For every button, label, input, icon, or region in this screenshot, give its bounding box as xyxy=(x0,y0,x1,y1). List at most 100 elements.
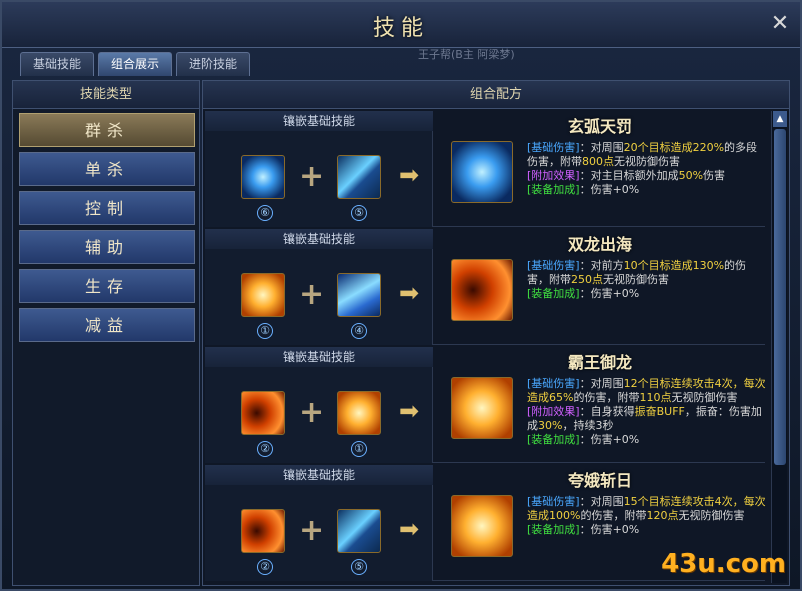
skill-number: ② xyxy=(257,559,273,575)
ice-shard-icon[interactable] xyxy=(337,273,381,317)
combo-description: [基础伤害]：对周围20个目标造成220%的多段伤害，附带800点无视防御伤害 … xyxy=(527,141,767,197)
arrow-right-icon: ➡ xyxy=(399,397,420,425)
blue-orb-icon[interactable] xyxy=(241,155,285,199)
recipe-label: 镶嵌基础技能 xyxy=(205,347,433,367)
recipe-inputs: 镶嵌基础技能 ⑥ + ⑤ ➡ xyxy=(205,111,433,227)
recipe-row: 镶嵌基础技能 ① + ④ ➡ 双龙出海 [基础伤害]：对前方10个目标造成130… xyxy=(205,229,765,345)
golden-swirl-icon[interactable] xyxy=(337,391,381,435)
desc-text: ：对前方 xyxy=(579,259,624,272)
tab-advanced-skills[interactable]: 进阶技能 xyxy=(176,52,251,76)
combo-name: 夸娥斩日 xyxy=(567,471,632,490)
feather-icon[interactable] xyxy=(337,509,381,553)
recipe-inputs: 镶嵌基础技能 ② + ⑤ ➡ xyxy=(205,465,433,581)
desc-highlight: 800点 xyxy=(582,155,614,168)
skill-window: 技能 ✕ 王子帮(B主 阿梁梦) 基础技能 组合展示 进阶技能 技能类型 群杀 … xyxy=(0,0,802,591)
desc-text: ：对主目标额外加成 xyxy=(579,169,679,182)
scroll-thumb[interactable] xyxy=(774,129,786,465)
desc-highlight: 120点 xyxy=(646,509,679,522)
skill-number: ② xyxy=(257,441,273,457)
recipe-label: 镶嵌基础技能 xyxy=(205,465,433,485)
combo-description: [基础伤害]：对前方10个目标造成130%的伤害，附带250点无视防御伤害 [装… xyxy=(527,259,767,301)
tag-extra-effect: [附加效果] xyxy=(527,405,580,418)
tag-extra-effect: [附加效果] xyxy=(527,169,580,182)
plus-icon: + xyxy=(299,513,325,548)
recipe-label: 镶嵌基础技能 xyxy=(205,111,433,131)
skill-number: ④ xyxy=(351,323,367,339)
desc-highlight: 20个目标造成220% xyxy=(623,141,725,154)
combo-name: 玄弧天罚 xyxy=(567,117,632,136)
tag-equip-bonus: [装备加成] xyxy=(527,523,580,536)
golden-swirl-icon[interactable] xyxy=(451,495,513,557)
tag-equip-bonus: [装备加成] xyxy=(527,287,580,300)
tag-base-damage: [基础伤害] xyxy=(527,259,580,272)
combo-description: [基础伤害]：对周围15个目标连续攻击4次，每次造成100%的伤害，附带120点… xyxy=(527,495,767,537)
tab-combo-display[interactable]: 组合展示 xyxy=(98,52,173,76)
fire-swirl-icon[interactable] xyxy=(451,259,513,321)
desc-text: 无视防御伤害 xyxy=(678,509,745,522)
recipe-inputs: 镶嵌基础技能 ① + ④ ➡ xyxy=(205,229,433,345)
skill-number: ⑥ xyxy=(257,205,273,221)
desc-text: ：伤害+0% xyxy=(579,183,640,196)
desc-text: ：自身获得 xyxy=(579,405,635,418)
scroll-up-icon[interactable]: ▲ xyxy=(773,111,787,127)
site-watermark: 43u.com xyxy=(661,549,786,579)
recipe-row: 镶嵌基础技能 ② + ① ➡ 霸王御龙 [基础伤害]：对周围12个目标连续攻击4… xyxy=(205,347,767,463)
desc-text: ：对周围 xyxy=(579,495,624,508)
skill-number: ① xyxy=(351,441,367,457)
combo-name: 双龙出海 xyxy=(567,235,632,254)
category-single-kill[interactable]: 单杀 xyxy=(19,152,195,186)
golden-swirl-icon[interactable] xyxy=(451,377,513,439)
desc-highlight: 10个目标造成130% xyxy=(623,259,725,272)
tag-equip-bonus: [装备加成] xyxy=(527,183,580,196)
tag-base-damage: [基础伤害] xyxy=(527,141,580,154)
category-support[interactable]: 辅助 xyxy=(19,230,195,264)
skill-type-heading: 技能类型 xyxy=(13,81,199,109)
desc-highlight: 250点 xyxy=(571,273,603,286)
recipe-row: 镶嵌基础技能 ⑥ + ⑤ ➡ 玄弧天罚 [基础伤害]：对周围20个目标造成220… xyxy=(205,111,765,227)
subtitle-text: 王子帮(B主 阿梁梦) xyxy=(418,48,515,61)
recipe-result: 霸王御龙 [基础伤害]：对周围12个目标连续攻击4次，每次造成65%的伤害，附带… xyxy=(435,347,767,463)
desc-text: 无视防御伤害 xyxy=(614,155,680,168)
tag-base-damage: [基础伤害] xyxy=(527,495,580,508)
scrollbar[interactable]: ▲ xyxy=(771,111,787,583)
recipe-label: 镶嵌基础技能 xyxy=(205,229,433,249)
category-control[interactable]: 控制 xyxy=(19,191,195,225)
skill-type-panel: 技能类型 群杀 单杀 控制 辅助 生存 减益 xyxy=(12,80,200,586)
window-title: 技能 xyxy=(372,16,429,41)
desc-text: 无视防御伤害 xyxy=(671,391,738,404)
golden-swirl-icon[interactable] xyxy=(241,273,285,317)
fire-tunnel-icon[interactable] xyxy=(241,391,285,435)
desc-text: ：对周围 xyxy=(579,141,624,154)
tag-equip-bonus: [装备加成] xyxy=(527,433,580,446)
arrow-right-icon: ➡ xyxy=(399,161,420,189)
tab-basic-skills[interactable]: 基础技能 xyxy=(20,52,95,76)
recipe-inputs: 镶嵌基础技能 ② + ① ➡ xyxy=(205,347,433,463)
desc-text: ：伤害+0% xyxy=(579,287,640,300)
plus-icon: + xyxy=(299,159,325,194)
arrow-right-icon: ➡ xyxy=(399,515,420,543)
category-survival[interactable]: 生存 xyxy=(19,269,195,303)
desc-text: ：对周围 xyxy=(579,377,624,390)
recipe-result: 玄弧天罚 [基础伤害]：对周围20个目标造成220%的多段伤害，附带800点无视… xyxy=(435,111,765,227)
plus-icon: + xyxy=(299,277,325,312)
fire-tunnel-icon[interactable] xyxy=(241,509,285,553)
desc-highlight: 110点 xyxy=(639,391,672,404)
combo-recipe-panel: 组合配方 镶嵌基础技能 ⑥ + ⑤ ➡ 玄弧天罚 [基础伤害]：对周围20个目标… xyxy=(202,80,790,586)
plus-icon: + xyxy=(299,395,325,430)
skill-number: ⑤ xyxy=(351,205,367,221)
combo-recipe-heading: 组合配方 xyxy=(203,81,789,109)
desc-text: 伤害 xyxy=(703,169,726,182)
desc-text: ：伤害+0% xyxy=(579,523,640,536)
title-bar: 技能 ✕ xyxy=(2,2,800,48)
combo-description: [基础伤害]：对周围12个目标连续攻击4次，每次造成65%的伤害，附带110点无… xyxy=(527,377,767,447)
desc-highlight: 30% xyxy=(538,419,563,432)
combo-name: 霸王御龙 xyxy=(567,353,632,372)
category-group-kill[interactable]: 群杀 xyxy=(19,113,195,147)
close-icon[interactable]: ✕ xyxy=(768,12,792,36)
desc-highlight: 50% xyxy=(678,169,704,182)
category-debuff[interactable]: 减益 xyxy=(19,308,195,342)
recipe-result: 双龙出海 [基础伤害]：对前方10个目标造成130%的伤害，附带250点无视防御… xyxy=(435,229,765,345)
desc-text: ，持续3秒 xyxy=(562,419,614,432)
feather-icon[interactable] xyxy=(337,155,381,199)
blue-orb-icon[interactable] xyxy=(451,141,513,203)
